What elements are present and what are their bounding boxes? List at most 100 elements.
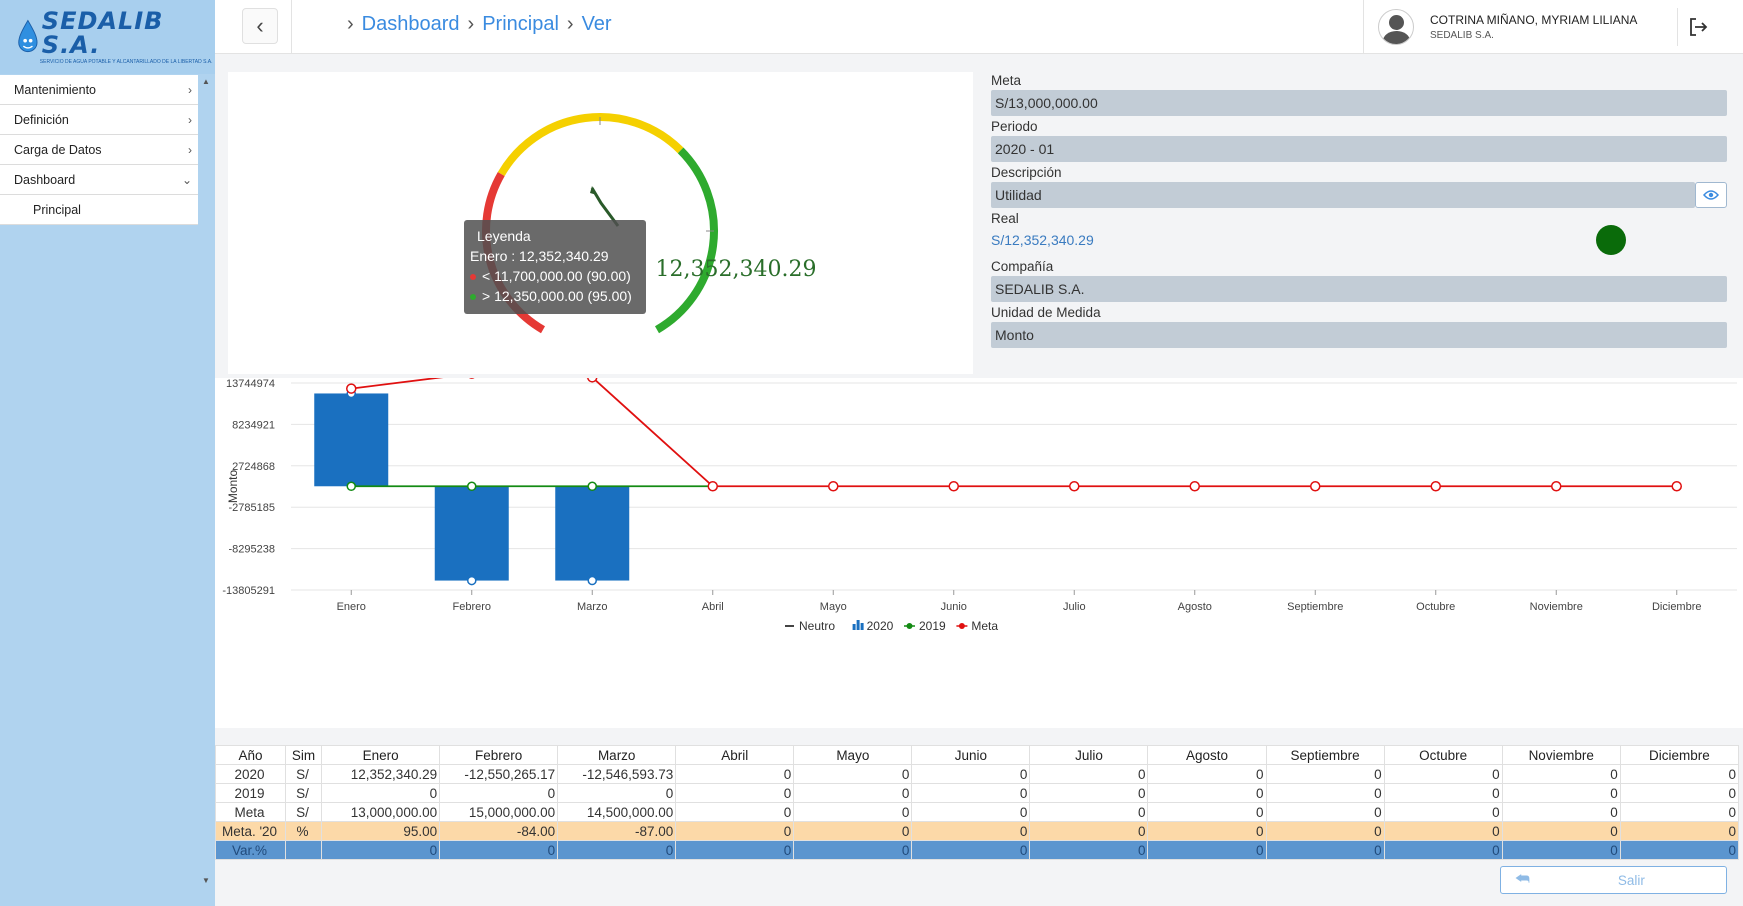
point-2019[interactable] [467,481,477,492]
x-tick-label: Diciembre [1652,601,1702,613]
salir-button[interactable]: ⮪ Salir [1500,866,1727,894]
table-cell: 0 [1383,783,1503,803]
monthly-chart: 1374497482349212724868-2785185-8295238-1… [222,368,1737,633]
gauge-needle-tip [590,186,597,195]
table-header-cell: Sim [285,745,323,765]
x-tick-label: Abril [702,601,724,613]
y-tick-label: -8295238 [229,544,276,556]
table-header-cell: Abril [675,745,795,765]
table-cell: 0 [1501,802,1621,822]
table-cell: 0 [1383,821,1503,841]
point-2019[interactable] [346,481,356,492]
sidebar-item-label: Carga de Datos [14,142,102,157]
point-meta[interactable] [346,383,357,394]
tooltip-title: Leyenda [477,228,531,244]
table-cell: 15,000,000.00 [439,802,559,822]
descripcion-label: Descripción [991,165,1062,180]
chevron-right-icon: › [188,82,192,97]
legend-label[interactable]: 2020 [867,619,894,633]
sidebar-item-carga-de-datos[interactable]: Carga de Datos › [0,135,198,165]
point-meta[interactable] [707,481,718,492]
back-button[interactable]: ‹ [242,8,278,44]
x-tick-label: Marzo [577,601,608,613]
table-cell: 0 [911,764,1031,784]
point-meta[interactable] [1430,481,1441,492]
point-meta[interactable] [587,372,598,383]
table-header-cell: Junio [911,745,1031,765]
x-tick-label: Junio [941,601,967,613]
top-header: ‹ › Dashboard › Principal › Ver COTRINA … [215,0,1743,54]
point-meta[interactable] [948,481,959,492]
legend-label[interactable]: Meta [971,619,998,633]
avatar[interactable] [1378,9,1414,45]
unidad-label: Unidad de Medida [991,305,1101,320]
y-tick-label: 8234921 [232,419,275,431]
table-header-cell: Febrero [439,745,559,765]
table-cell: 0 [793,821,913,841]
sidebar-item-mantenimiento[interactable]: Mantenimiento › [0,75,198,105]
chevron-left-icon: ‹ [256,13,264,38]
legend-label[interactable]: 2019 [919,619,946,633]
table-cell: 0 [321,840,441,860]
point-meta[interactable] [1310,481,1321,492]
unidad-field: Monto [991,322,1727,348]
logout-button[interactable] [1677,8,1717,46]
gauge-panel: 12,352,340.29 Leyenda Enero : 12,352,340… [228,72,973,374]
bar-2020[interactable] [434,486,509,581]
table-cell: 0 [1029,783,1149,803]
point-meta[interactable] [1551,481,1562,492]
table-header-cell: Septiembre [1265,745,1385,765]
breadcrumb-dashboard[interactable]: Dashboard [362,13,460,36]
view-description-button[interactable] [1695,182,1727,208]
table-cell: Var.% [214,840,287,860]
point-meta[interactable] [1671,481,1682,492]
sidebar-item-definicion[interactable]: Definición › [0,105,198,135]
bar-2020[interactable] [314,393,389,487]
table-header-cell: Diciembre [1619,745,1740,765]
water-drop-icon [18,19,38,53]
table-cell: 0 [675,821,795,841]
table-cell: 0 [1619,840,1740,860]
sidebar-item-label: Definición [14,112,69,127]
table-cell: 0 [439,783,559,803]
table-cell: 0 [1619,821,1740,841]
scroll-up-icon[interactable]: ▲ [202,77,210,86]
table-cell: 0 [1383,764,1503,784]
point-meta[interactable] [1069,481,1080,492]
legend-bar-icon [852,624,856,630]
sidebar-scrollbar[interactable]: ▲ ▼ [198,75,215,887]
sidebar-subitem-principal[interactable]: Principal [0,195,198,225]
bar-2020[interactable] [555,486,630,581]
table-cell: 0 [1147,783,1267,803]
logo-tagline: SERVICIO DE AGUA POTABLE Y ALCANTARILLAD… [39,59,213,65]
meta-field: S/13,000,000.00 [991,90,1727,116]
point-2019[interactable] [587,481,597,492]
legend-label[interactable]: Neutro [799,619,835,633]
table-cell: 0 [793,764,913,784]
table-cell: S/ [285,802,323,822]
table-cell: 0 [911,802,1031,822]
table-cell: 0 [1265,764,1385,784]
point-meta[interactable] [828,481,839,492]
point-meta[interactable] [1189,481,1200,492]
breadcrumb-principal[interactable]: Principal [482,13,559,36]
header-divider [291,0,292,54]
table-cell: 0 [1029,821,1149,841]
chevron-right-icon: › [188,112,192,127]
scroll-down-icon[interactable]: ▼ [202,876,210,885]
table-cell: 0 [439,840,559,860]
sidebar-item-dashboard[interactable]: Dashboard ⌄ [0,165,198,195]
gauge-green-band [654,147,718,334]
gauge-value-label: 12,352,340.29 [656,257,817,282]
table-cell [285,840,323,860]
table-cell: 0 [675,783,795,803]
table-cell: 12,352,340.29 [321,764,441,784]
table-cell: 0 [911,821,1031,841]
table-cell: 2020 [214,764,287,784]
table-cell: 0 [1383,840,1503,860]
table-cell: 0 [1619,764,1740,784]
table-cell: 0 [1265,783,1385,803]
green-dot-icon [470,294,476,301]
breadcrumb-ver[interactable]: Ver [582,13,612,36]
logo-brand: SEDALIB S.A. [41,7,164,59]
